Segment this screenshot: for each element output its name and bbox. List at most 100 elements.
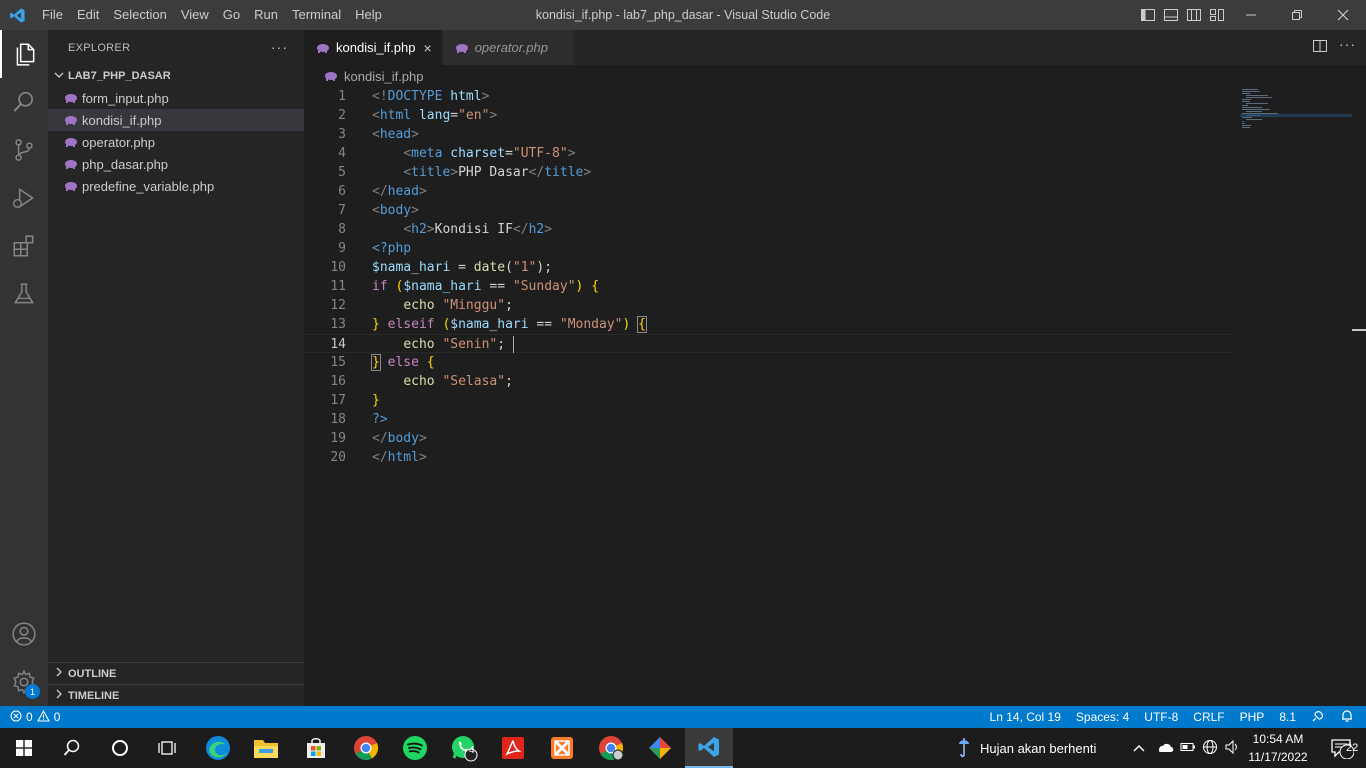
file-php-dasar[interactable]: php_dasar.php bbox=[48, 153, 304, 175]
edge-browser-icon[interactable] bbox=[194, 728, 242, 768]
search-icon[interactable] bbox=[0, 78, 48, 126]
php-elephant-icon bbox=[64, 93, 82, 103]
scrollbar-cursor-marker bbox=[1352, 329, 1366, 331]
language-mode[interactable]: PHP bbox=[1240, 710, 1265, 724]
indentation[interactable]: Spaces: 4 bbox=[1076, 710, 1129, 724]
vertical-scrollbar[interactable] bbox=[1352, 87, 1366, 706]
file-explorer-icon[interactable] bbox=[242, 728, 290, 768]
run-debug-icon[interactable] bbox=[0, 174, 48, 222]
close-tab-icon[interactable]: × bbox=[424, 40, 432, 56]
toggle-secondary-sidebar-icon[interactable] bbox=[1184, 0, 1203, 30]
line-number: 14 bbox=[330, 337, 346, 352]
code-text: <head> bbox=[372, 127, 419, 142]
extensions-icon[interactable] bbox=[0, 222, 48, 270]
code-text: <title>PHP Dasar</title> bbox=[403, 165, 592, 180]
line-number: 17 bbox=[330, 393, 346, 408]
tab-kondisi-if[interactable]: kondisi_if.php × bbox=[304, 30, 443, 65]
explorer-icon[interactable] bbox=[0, 30, 48, 78]
code-line: 2 <html lang="en"> bbox=[304, 106, 1234, 125]
customize-layout-icon[interactable] bbox=[1207, 0, 1226, 30]
feedback-icon[interactable] bbox=[1311, 709, 1325, 726]
code-text: <!DOCTYPE html> bbox=[372, 89, 490, 104]
show-hidden-icons-icon[interactable] bbox=[1132, 741, 1146, 756]
minimize-icon[interactable] bbox=[1228, 0, 1274, 30]
code-editor[interactable]: 1 <!DOCTYPE html> 2 <html lang="en"> 3 <hea… bbox=[304, 87, 1234, 467]
cursor-position[interactable]: Ln 14, Col 19 bbox=[990, 710, 1061, 724]
menu-help[interactable]: Help bbox=[348, 0, 389, 30]
volume-icon[interactable] bbox=[1224, 739, 1240, 758]
notifications-bell-icon[interactable] bbox=[1340, 709, 1354, 726]
manage-gear-icon[interactable]: 1 bbox=[0, 658, 48, 706]
source-control-icon[interactable] bbox=[0, 126, 48, 174]
windows-start-icon[interactable] bbox=[0, 728, 48, 768]
file-kondisi-if[interactable]: kondisi_if.php bbox=[48, 109, 304, 131]
git-tool-icon[interactable] bbox=[636, 728, 684, 768]
split-editor-icon[interactable] bbox=[1312, 38, 1328, 59]
menu-selection[interactable]: Selection bbox=[106, 0, 173, 30]
problems-indicator[interactable]: 0 0 bbox=[10, 706, 60, 728]
testing-icon[interactable] bbox=[0, 270, 48, 318]
code-text: } elseif ($nama_hari == "Monday") { bbox=[372, 316, 647, 333]
encoding[interactable]: UTF-8 bbox=[1144, 710, 1178, 724]
chrome-icon[interactable] bbox=[342, 728, 390, 768]
tab-operator[interactable]: operator.php bbox=[442, 30, 575, 65]
editor-more-actions-icon[interactable]: ··· bbox=[1339, 36, 1356, 52]
line-number: 16 bbox=[330, 374, 346, 389]
menu-view[interactable]: View bbox=[174, 0, 216, 30]
error-count: 0 bbox=[26, 710, 33, 724]
toggle-primary-sidebar-icon[interactable] bbox=[1138, 0, 1157, 30]
timeline-section[interactable]: TIMELINE bbox=[48, 684, 304, 706]
editor-area: kondisi_if.php × operator.php ··· kondis… bbox=[304, 30, 1366, 706]
code-text: <h2>Kondisi IF</h2> bbox=[403, 222, 553, 237]
menu-terminal[interactable]: Terminal bbox=[285, 0, 348, 30]
accounts-icon[interactable] bbox=[0, 610, 48, 658]
php-version[interactable]: 8.1 bbox=[1279, 710, 1296, 724]
task-view-icon[interactable] bbox=[144, 728, 192, 768]
vscode-taskbar-icon[interactable] bbox=[685, 728, 733, 768]
xampp-icon[interactable] bbox=[538, 728, 586, 768]
close-window-icon[interactable] bbox=[1320, 0, 1366, 30]
timeline-label: TIMELINE bbox=[68, 689, 120, 702]
line-number: 3 bbox=[338, 127, 346, 142]
outline-section[interactable]: OUTLINE bbox=[48, 662, 304, 684]
battery-icon[interactable] bbox=[1180, 741, 1196, 756]
taskbar-search-icon[interactable] bbox=[48, 728, 96, 768]
chrome-profile-icon[interactable] bbox=[587, 728, 635, 768]
menu-edit[interactable]: Edit bbox=[70, 0, 106, 30]
end-of-line[interactable]: CRLF bbox=[1193, 710, 1224, 724]
network-globe-icon[interactable] bbox=[1202, 739, 1218, 758]
tab-label: operator.php bbox=[474, 40, 548, 55]
cortana-icon[interactable] bbox=[96, 728, 144, 768]
more-actions-icon[interactable]: ··· bbox=[271, 39, 288, 55]
spotify-icon[interactable] bbox=[391, 728, 439, 768]
code-line: 6 </head> bbox=[304, 182, 1234, 201]
taskbar-clock[interactable]: 10:54 AM 11/17/2022 bbox=[1246, 730, 1310, 766]
whatsapp-icon[interactable]: 4 bbox=[440, 728, 488, 768]
file-predefine-variable[interactable]: predefine_variable.php bbox=[48, 175, 304, 197]
weather-widget[interactable]: Hujan akan berhenti bbox=[958, 728, 1096, 768]
acrobat-reader-icon[interactable] bbox=[489, 728, 537, 768]
restore-icon[interactable] bbox=[1274, 0, 1320, 30]
menu-file[interactable]: File bbox=[35, 0, 70, 30]
layout-controls bbox=[1138, 0, 1226, 30]
action-center-icon[interactable]: 22 bbox=[1318, 728, 1366, 768]
explorer-sidebar: EXPLORER ··· LAB7_PHP_DASAR form_input.p… bbox=[48, 30, 304, 706]
file-label: predefine_variable.php bbox=[82, 178, 215, 194]
microsoft-store-icon[interactable] bbox=[292, 728, 340, 768]
file-label: kondisi_if.php bbox=[82, 112, 162, 128]
onedrive-cloud-icon[interactable] bbox=[1156, 741, 1174, 756]
minimap[interactable] bbox=[1240, 87, 1352, 147]
file-operator[interactable]: operator.php bbox=[48, 131, 304, 153]
breadcrumb[interactable]: kondisi_if.php bbox=[304, 65, 424, 87]
code-text: <?php bbox=[372, 241, 412, 256]
code-text: <meta charset="UTF-8"> bbox=[403, 146, 576, 161]
line-number: 7 bbox=[338, 203, 346, 218]
folder-root[interactable]: LAB7_PHP_DASAR bbox=[48, 65, 304, 87]
php-elephant-icon bbox=[316, 43, 330, 53]
code-text: echo "Senin"; bbox=[403, 336, 514, 353]
file-form-input[interactable]: form_input.php bbox=[48, 87, 304, 109]
menu-go[interactable]: Go bbox=[216, 0, 247, 30]
menu-run[interactable]: Run bbox=[247, 0, 285, 30]
toggle-panel-icon[interactable] bbox=[1161, 0, 1180, 30]
breadcrumb-file: kondisi_if.php bbox=[344, 68, 424, 84]
